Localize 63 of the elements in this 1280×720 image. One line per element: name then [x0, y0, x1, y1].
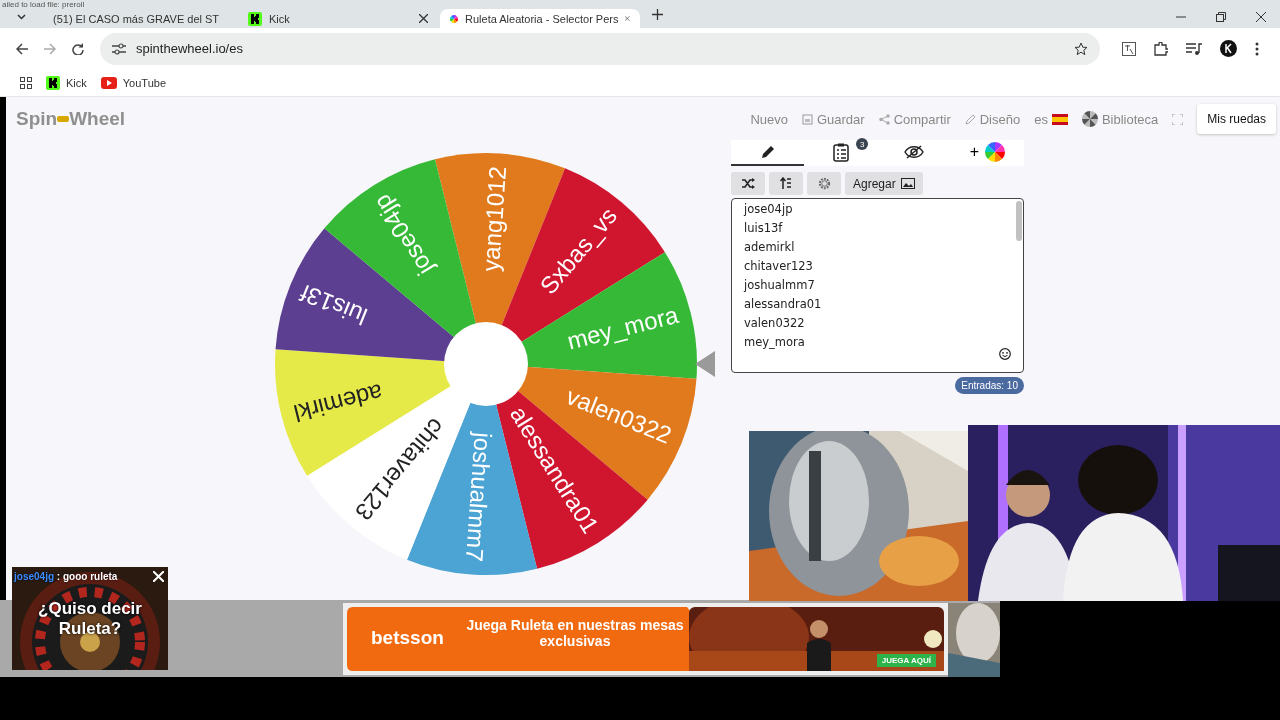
youtube-icon	[100, 76, 117, 89]
wheel-icon	[1081, 111, 1098, 127]
nav-link[interactable]: Compartir	[878, 111, 951, 127]
save-icon	[801, 113, 813, 125]
ad-headline: Juega Ruleta en nuestras mesas exclusivas	[465, 617, 685, 649]
chevron-down-icon	[16, 14, 26, 20]
puzzle-icon[interactable]	[1154, 41, 1168, 56]
shuffle-icon	[741, 178, 755, 189]
browser-tab[interactable]: Ruleta Aleatoria - Selector Pers	[440, 9, 640, 28]
brand-name: betsson	[371, 627, 444, 649]
apps-icon[interactable]	[20, 76, 32, 89]
restore-icon[interactable]	[1216, 12, 1226, 22]
status-text: ailed to load file: preroll	[2, 0, 85, 9]
panel-tab[interactable]: +	[950, 140, 1024, 166]
reload-icon[interactable]	[72, 42, 84, 55]
menu-icon[interactable]	[1255, 41, 1259, 56]
media-queue-icon[interactable]	[1186, 42, 1202, 55]
segment-label: yang1012	[476, 165, 512, 273]
settings-icon	[816, 176, 832, 191]
pointer-icon	[695, 351, 715, 377]
browser-tab[interactable]: Kick	[238, 9, 438, 28]
my-wheels-button[interactable]: Mis ruedas	[1197, 104, 1276, 134]
bookmark-link[interactable]: YouTube	[100, 76, 166, 89]
eye-slash-icon	[904, 145, 925, 159]
nav-link[interactable]: Guardar	[801, 111, 865, 127]
clipboard-list-icon	[832, 142, 849, 162]
profile-avatar[interactable]	[1220, 40, 1237, 58]
entries-field[interactable]: jose04jp luis13f ademirkl chitaver123 joshualmm7 alessandra01 valen0322 mey_mora	[731, 198, 1024, 373]
color-wheel-icon	[985, 142, 1006, 162]
image-icon	[900, 178, 915, 189]
segment-label: mey_mora	[564, 300, 681, 355]
popup-caption: ¿Quiso decir Ruleta?	[37, 599, 143, 639]
browser-tab[interactable]: (51) El CASO más GRAVE del ST	[36, 9, 236, 28]
close-icon[interactable]	[419, 14, 428, 23]
new-tab-icon[interactable]	[652, 9, 663, 20]
settings-button[interactable]	[807, 172, 841, 195]
wheel-hub[interactable]	[444, 322, 528, 406]
pencil-icon	[759, 144, 776, 160]
count-badge: 3	[856, 138, 869, 150]
entries-count: Entradas: 10	[955, 377, 1024, 394]
chat-message: jose04jg : gooo ruleta	[14, 571, 118, 582]
nav-link[interactable]: Nuevo	[750, 111, 788, 127]
smiley-icon[interactable]	[999, 348, 1011, 360]
nav-link[interactable]: Biblioteca	[1081, 111, 1159, 127]
pencil-icon	[964, 113, 976, 125]
spain-flag-icon	[1051, 113, 1068, 125]
sort-button[interactable]	[769, 172, 803, 195]
share-icon	[878, 113, 890, 125]
shuffle-button[interactable]	[731, 172, 765, 195]
translate-icon[interactable]	[1122, 41, 1136, 56]
sort-icon	[780, 177, 792, 190]
star-icon[interactable]	[1074, 41, 1088, 56]
kick-icon	[248, 11, 262, 26]
kick-icon	[46, 75, 60, 90]
segment-label: joshualmm7	[460, 431, 497, 563]
site-settings-icon	[112, 42, 126, 55]
add-image-button[interactable]: Agregar	[845, 172, 923, 195]
address-bar[interactable]: spinthewheel.io/es	[100, 32, 1100, 65]
panel-tab[interactable]: 3	[804, 140, 878, 166]
bookmark-link[interactable]: Kick	[46, 75, 87, 90]
logo-badge	[57, 116, 70, 122]
back-icon[interactable]	[16, 42, 28, 55]
close-icon[interactable]	[1256, 12, 1266, 22]
